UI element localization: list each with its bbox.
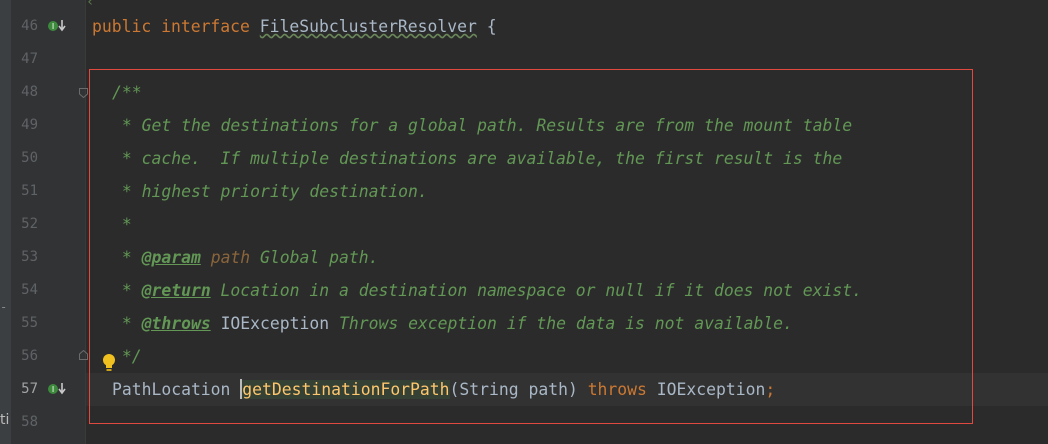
exception-type: IOException [646, 380, 766, 399]
svg-text:I: I [52, 22, 54, 31]
keyword: interface [161, 17, 250, 36]
code-line-49[interactable]: * Get the destinations for a global path… [112, 109, 852, 142]
doc-text: Throws exception if the data is not avai… [329, 314, 793, 333]
code-line-48[interactable]: /** [112, 76, 142, 109]
code-line-50[interactable]: * cache. If multiple destinations are av… [112, 142, 842, 175]
doc-star: * [112, 281, 142, 300]
param-name: path [210, 248, 251, 267]
fold-marker-icon[interactable] [79, 88, 88, 98]
method-name[interactable]: getDestinationForPath [242, 380, 450, 399]
line-number: 52 [21, 216, 38, 232]
code-line-53[interactable]: * @param path Global path. [112, 241, 379, 274]
fold-marker-icon[interactable] [79, 350, 88, 360]
javadoc-tag: @throws [141, 314, 211, 333]
keyword: public [92, 17, 152, 36]
keyword: throws [587, 380, 647, 399]
code-line-46[interactable]: public interface FileSubclusterResolver … [92, 10, 497, 43]
line-number: 50 [21, 150, 38, 166]
code-line-54[interactable]: * @return Location in a destination name… [112, 274, 862, 307]
semicolon: ; [765, 380, 776, 399]
brace: { [486, 17, 497, 36]
line-number: 48 [21, 84, 38, 100]
exception-type: IOException [220, 314, 330, 333]
javadoc-tag: @param [141, 248, 201, 267]
previous-line-fragment: ‹ [86, 0, 95, 10]
strip-marker: - [0, 300, 8, 314]
line-number: 56 [21, 348, 38, 364]
line-number-current: 57 [21, 381, 38, 397]
code-line-51[interactable]: * highest priority destination. [112, 175, 428, 208]
implemented-override-icon[interactable]: I [48, 382, 68, 396]
intention-bulb-icon[interactable] [101, 353, 117, 373]
line-number: 46 [21, 18, 38, 34]
line-number: 49 [21, 117, 38, 133]
line-number: 51 [21, 183, 38, 199]
line-number: 53 [21, 249, 38, 265]
doc-text: Location in a destination namespace or n… [210, 281, 862, 300]
interface-name: FileSubclusterResolver [259, 17, 477, 36]
javadoc-tag: @return [141, 281, 211, 300]
code-line-55[interactable]: * @throws IOException Throws exception i… [112, 307, 793, 340]
code-line-52[interactable]: * [112, 208, 132, 241]
line-number: 54 [21, 282, 38, 298]
doc-text: Global path. [250, 248, 379, 267]
left-panel-fragment: ti [0, 412, 10, 428]
implemented-override-icon[interactable]: I [48, 19, 68, 33]
doc-star: * [112, 248, 142, 267]
method-params: (String path) [449, 380, 588, 399]
doc-star: * [112, 314, 142, 333]
return-type: PathLocation [112, 380, 241, 399]
svg-text:I: I [52, 385, 54, 394]
line-number: 47 [21, 51, 38, 67]
line-number: 58 [21, 414, 38, 430]
line-number: 55 [21, 315, 38, 331]
code-line-57[interactable]: PathLocation getDestinationForPath(Strin… [112, 373, 775, 406]
